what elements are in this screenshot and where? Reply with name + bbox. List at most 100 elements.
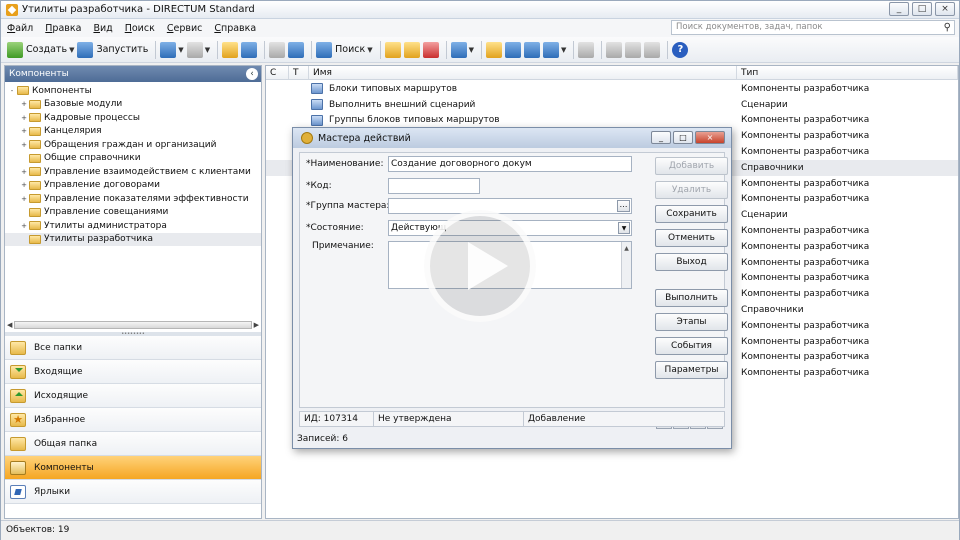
nav-all-folders[interactable]: Все папки (5, 336, 261, 360)
column-header-type[interactable]: Тип (737, 66, 958, 79)
filter-button[interactable] (578, 40, 595, 60)
collapse-pane-icon[interactable]: ‹ (246, 68, 258, 80)
dialog-maximize-button[interactable]: □ (673, 131, 693, 144)
scroll-left-icon[interactable]: ◀ (7, 321, 12, 329)
tree-node[interactable]: + Управление показателями эффективности (5, 192, 261, 206)
scroll-right-icon[interactable]: ▶ (254, 321, 259, 329)
report-button[interactable] (606, 40, 623, 60)
tree-horizontal-scrollbar[interactable]: ◀ ▶ (7, 320, 259, 330)
tree-node[interactable]: + Управление договорами (5, 179, 261, 193)
tree-node-selected[interactable]: Утилиты разработчика (5, 232, 261, 246)
paste-button[interactable] (403, 40, 420, 60)
nav-inbox[interactable]: Входящие (5, 360, 261, 384)
delete-button[interactable]: Удалить (655, 181, 728, 199)
menu-file[interactable]: Файл (1, 23, 39, 34)
chevron-down-icon[interactable]: ▼ (561, 46, 566, 54)
global-search-input[interactable]: Поиск документов, задач, папок ⚲ (671, 20, 955, 35)
structure-button[interactable] (288, 40, 305, 60)
forward-button[interactable]: ▼ (186, 40, 210, 60)
parameters-button[interactable]: Параметры (655, 361, 728, 379)
properties-button[interactable] (269, 40, 286, 60)
shared-folder-icon (10, 436, 26, 451)
column-header-name[interactable]: Имя (309, 66, 737, 79)
expand-icon[interactable]: + (19, 100, 29, 108)
table-row[interactable]: Блоки типовых маршрутов Компоненты разраб… (266, 81, 958, 97)
help-button[interactable]: ? (672, 40, 689, 60)
expand-icon[interactable]: + (19, 141, 29, 149)
collapse-icon[interactable]: - (7, 87, 17, 95)
columns-button[interactable] (523, 40, 540, 60)
video-play-icon[interactable] (424, 210, 536, 322)
create-button[interactable]: Создать ▼ (7, 40, 74, 60)
nav-shared-folder[interactable]: Общая папка (5, 432, 261, 456)
expand-icon[interactable]: + (19, 114, 29, 122)
delete-button[interactable] (422, 40, 439, 60)
cancel-button[interactable]: Отменить (655, 229, 728, 247)
arrow-right-icon (186, 41, 203, 58)
nav-outbox[interactable]: Исходящие (5, 384, 261, 408)
chevron-down-icon[interactable]: ▼ (69, 46, 74, 54)
run-button[interactable]: Запустить (77, 40, 148, 60)
status-bar: Объектов: 19 (1, 520, 959, 540)
expand-icon[interactable]: + (19, 181, 29, 189)
up-folder-button[interactable] (222, 40, 239, 60)
column-header-t[interactable]: Т (289, 66, 309, 79)
chevron-down-icon[interactable]: ▼ (618, 222, 630, 234)
dialog-close-button[interactable]: × (695, 131, 725, 144)
expand-icon[interactable]: + (19, 195, 29, 203)
save-button[interactable]: Сохранить (655, 205, 728, 223)
expand-icon[interactable]: + (19, 127, 29, 135)
chevron-down-icon[interactable]: ▼ (178, 46, 183, 54)
minimize-button[interactable]: _ (889, 2, 909, 16)
nav-shortcuts[interactable]: Ярлыки (5, 480, 261, 504)
group-button[interactable] (625, 40, 642, 60)
list-view-button[interactable]: ▼ (542, 40, 566, 60)
table-view-button[interactable] (504, 40, 521, 60)
column-header-c[interactable]: С (266, 66, 289, 79)
scroll-thumb[interactable] (14, 321, 252, 329)
tree-node[interactable]: + Управление взаимодействием с клиентами (5, 165, 261, 179)
table-row[interactable]: Выполнить внешний сценарий Сценарии (266, 97, 958, 113)
menu-edit[interactable]: Правка (39, 23, 87, 34)
search-button[interactable]: Поиск ▼ (316, 40, 373, 60)
nav-favorites[interactable]: ★ Избранное (5, 408, 261, 432)
search-icon[interactable]: ⚲ (944, 22, 951, 33)
expand-icon[interactable]: + (19, 222, 29, 230)
chevron-down-icon[interactable]: ▼ (205, 46, 210, 54)
lookup-button[interactable]: … (617, 200, 630, 212)
tree-node[interactable]: + Базовые модули (5, 98, 261, 112)
menu-service[interactable]: Сервис (161, 23, 209, 34)
note-scrollbar[interactable]: ▲▼ (621, 242, 631, 288)
chevron-down-icon[interactable]: ▼ (367, 46, 372, 54)
exit-button[interactable]: Выход (655, 253, 728, 271)
chevron-down-icon[interactable]: ▼ (469, 46, 474, 54)
dialog-minimize-button[interactable]: _ (651, 131, 671, 144)
close-button[interactable]: × (935, 2, 955, 16)
tree-node[interactable]: + Кадровые процессы (5, 111, 261, 125)
tree-node[interactable]: Управление совещаниями (5, 206, 261, 220)
refresh-button[interactable] (241, 40, 258, 60)
tree-node[interactable]: Общие справочники (5, 152, 261, 166)
tree-node[interactable]: + Утилиты администратора (5, 219, 261, 233)
execute-button[interactable]: Выполнить (655, 289, 728, 307)
tree-node[interactable]: + Канцелярия (5, 125, 261, 139)
menu-help[interactable]: Справка (208, 23, 262, 34)
tree-node[interactable]: + Обращения граждан и организаций (5, 138, 261, 152)
nav-components[interactable]: Компоненты (5, 456, 261, 480)
tree-node-root[interactable]: - Компоненты (5, 84, 261, 98)
stages-button[interactable]: Этапы (655, 313, 728, 331)
maximize-button[interactable]: □ (912, 2, 932, 16)
grid-settings-button[interactable] (485, 40, 502, 60)
expand-icon[interactable]: + (19, 168, 29, 176)
back-button[interactable]: ▼ (160, 40, 184, 60)
events-button[interactable]: События (655, 337, 728, 355)
ungroup-button[interactable] (644, 40, 661, 60)
menu-search[interactable]: Поиск (119, 23, 161, 34)
wizard-group-field[interactable]: … (388, 198, 632, 214)
view-mode-button[interactable]: ▼ (450, 40, 474, 60)
menu-view[interactable]: Вид (87, 23, 118, 34)
name-field[interactable]: Создание договорного докум (388, 156, 632, 172)
add-button[interactable]: Добавить (655, 157, 728, 175)
code-field[interactable] (388, 178, 480, 194)
copy-button[interactable] (384, 40, 401, 60)
